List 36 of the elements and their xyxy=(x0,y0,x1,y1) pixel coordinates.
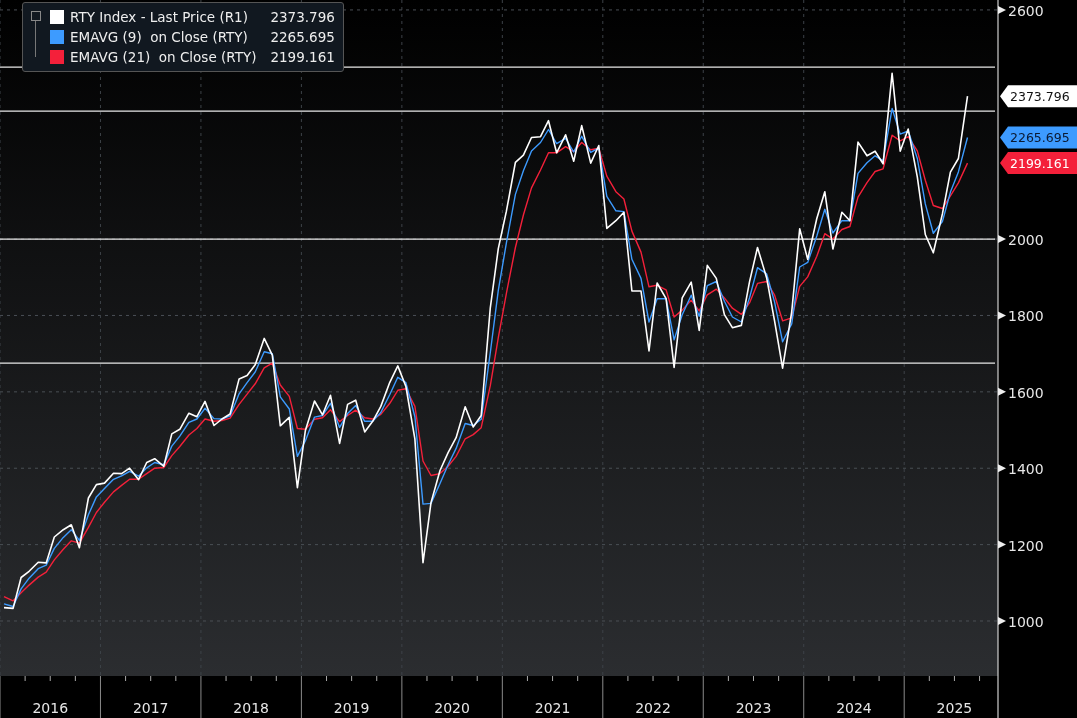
legend-value: 2373.796 xyxy=(269,9,335,25)
year-label: 2019 xyxy=(333,700,370,716)
axis-value-label: 2000 xyxy=(998,232,1044,249)
year-label: 2022 xyxy=(635,700,671,716)
legend-swatch-icon xyxy=(50,50,64,64)
axis-value-label: 1000 xyxy=(998,614,1044,630)
year-label: 2017 xyxy=(132,700,169,716)
y-tick-label: 1000 xyxy=(1008,613,1044,630)
axis-value-label: 1400 xyxy=(998,461,1044,478)
year-label: 2020 xyxy=(434,700,470,716)
legend-swatch-icon xyxy=(50,30,64,44)
y-tick-label: 1600 xyxy=(1008,384,1044,401)
legend-label: RTY Index - Last Price (R1) xyxy=(70,9,248,25)
legend-value: 2199.161 xyxy=(269,49,335,65)
value-tag: 2373.796 xyxy=(1000,85,1077,108)
value-tag: 2265.695 xyxy=(1000,126,1077,149)
legend-label: EMAVG (9) on Close (RTY) xyxy=(70,29,248,45)
y-tick-label: 1400 xyxy=(1008,461,1044,478)
year-label: 2023 xyxy=(735,700,772,716)
year-label: 2024 xyxy=(836,700,872,716)
axis-value-label: 1200 xyxy=(998,537,1044,554)
legend-label: EMAVG (21) on Close (RTY) xyxy=(70,49,257,65)
y-tick-label: 2600 xyxy=(1008,2,1044,19)
y-tick-label: 1200 xyxy=(1008,537,1044,554)
y-tick-label: 2000 xyxy=(1008,232,1044,249)
year-label: 2025 xyxy=(936,700,973,716)
value-tag: 2199.161 xyxy=(1000,152,1077,175)
axis-value-label: 1600 xyxy=(998,384,1044,401)
year-label: 2021 xyxy=(534,700,571,716)
legend-swatch-icon xyxy=(50,10,64,24)
year-label: 2018 xyxy=(233,700,269,716)
y-tick-label: 1800 xyxy=(1008,308,1044,325)
axis-value-label: 1800 xyxy=(998,308,1044,325)
year-label: 2016 xyxy=(32,700,69,716)
legend-value: 2265.695 xyxy=(269,29,335,45)
axis-value-label: 2600 xyxy=(998,2,1044,19)
